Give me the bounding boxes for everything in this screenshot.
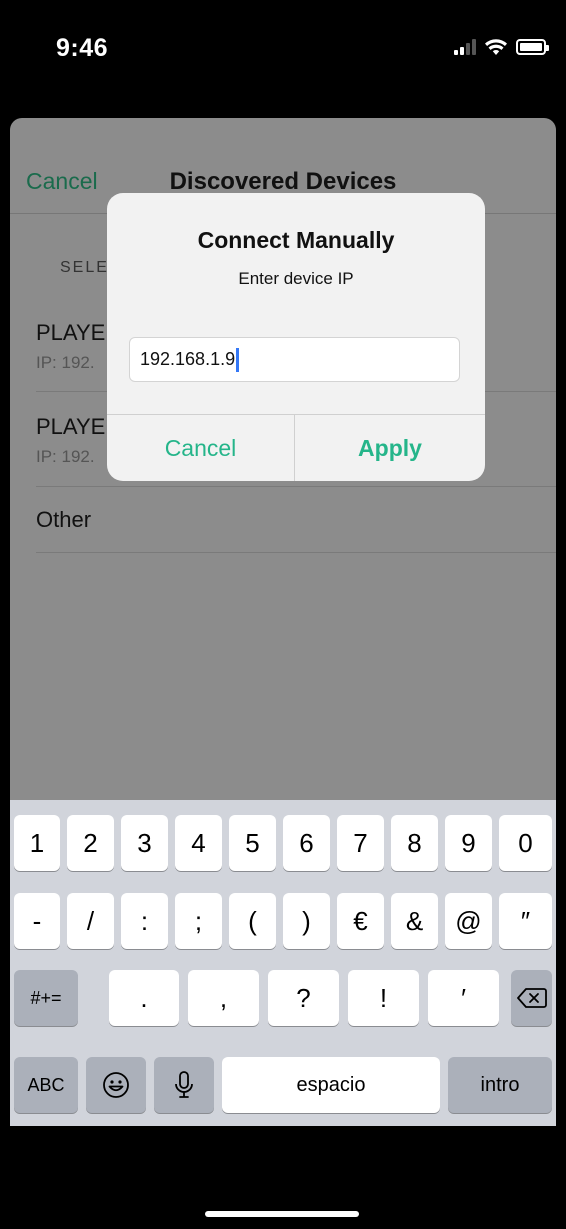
key-space[interactable]: espacio bbox=[222, 1057, 440, 1113]
other-label: Other bbox=[36, 507, 92, 532]
dialog-apply-button[interactable]: Apply bbox=[295, 415, 485, 481]
dialog-message: Enter device IP bbox=[238, 269, 354, 288]
key-double-quote[interactable]: ″ bbox=[499, 893, 552, 949]
home-indicator[interactable] bbox=[205, 1211, 359, 1217]
device-name: PLAYE bbox=[36, 320, 106, 345]
key-abc[interactable]: ABC bbox=[14, 1057, 78, 1113]
other-row[interactable]: Other bbox=[36, 487, 556, 553]
key-return[interactable]: intro bbox=[448, 1057, 552, 1113]
key-0[interactable]: 0 bbox=[499, 815, 552, 871]
wifi-icon bbox=[485, 39, 507, 55]
key-close-paren[interactable]: ) bbox=[283, 893, 330, 949]
nav-cancel-button[interactable]: Cancel bbox=[26, 168, 98, 195]
numeric-keyboard: 1 2 3 4 5 6 7 8 9 0 - / : ; ( ) € & @ ″ … bbox=[10, 800, 556, 1126]
status-icons bbox=[454, 38, 549, 56]
emoji-icon bbox=[103, 1072, 129, 1098]
key-period[interactable]: . bbox=[109, 970, 179, 1026]
key-ampersand[interactable]: & bbox=[391, 893, 438, 949]
cellular-signal-icon bbox=[454, 39, 476, 55]
key-emoji[interactable] bbox=[86, 1057, 146, 1113]
key-at[interactable]: @ bbox=[445, 893, 492, 949]
device-ip-input[interactable]: 192.168.1.9 bbox=[129, 337, 460, 382]
device-ip: IP: 192. bbox=[36, 353, 95, 372]
key-5[interactable]: 5 bbox=[229, 815, 276, 871]
key-euro[interactable]: € bbox=[337, 893, 384, 949]
device-name: PLAYE bbox=[36, 414, 106, 439]
microphone-icon bbox=[175, 1071, 193, 1098]
key-more-symbols[interactable]: #+= bbox=[14, 970, 78, 1026]
backspace-icon bbox=[516, 988, 547, 1008]
device-ip-input-value: 192.168.1.9 bbox=[140, 349, 236, 369]
home-indicator-area bbox=[10, 1126, 556, 1229]
key-comma[interactable]: , bbox=[188, 970, 259, 1026]
text-caret bbox=[236, 347, 240, 372]
key-apostrophe[interactable]: ′ bbox=[428, 970, 499, 1026]
dialog-title: Connect Manually bbox=[197, 227, 395, 253]
key-question[interactable]: ? bbox=[268, 970, 339, 1026]
status-time: 9:46 bbox=[56, 34, 109, 62]
key-4[interactable]: 4 bbox=[175, 815, 222, 871]
key-backspace[interactable] bbox=[511, 970, 552, 1026]
key-2[interactable]: 2 bbox=[67, 815, 114, 871]
key-semicolon[interactable]: ; bbox=[175, 893, 222, 949]
key-open-paren[interactable]: ( bbox=[229, 893, 276, 949]
connect-manually-dialog: Connect Manually Enter device IP 192.168… bbox=[107, 193, 485, 481]
dialog-cancel-button[interactable]: Cancel bbox=[107, 415, 294, 481]
key-slash[interactable]: / bbox=[67, 893, 114, 949]
key-hyphen[interactable]: - bbox=[14, 893, 60, 949]
battery-icon bbox=[516, 39, 549, 55]
section-header: SELE bbox=[60, 259, 109, 276]
key-8[interactable]: 8 bbox=[391, 815, 438, 871]
key-3[interactable]: 3 bbox=[121, 815, 168, 871]
key-dictation[interactable] bbox=[154, 1057, 214, 1113]
key-colon[interactable]: : bbox=[121, 893, 168, 949]
key-6[interactable]: 6 bbox=[283, 815, 330, 871]
key-1[interactable]: 1 bbox=[14, 815, 60, 871]
status-bar: 9:46 bbox=[10, 8, 556, 118]
key-7[interactable]: 7 bbox=[337, 815, 384, 871]
key-exclamation[interactable]: ! bbox=[348, 970, 419, 1026]
device-ip: IP: 192. bbox=[36, 447, 95, 466]
key-9[interactable]: 9 bbox=[445, 815, 492, 871]
